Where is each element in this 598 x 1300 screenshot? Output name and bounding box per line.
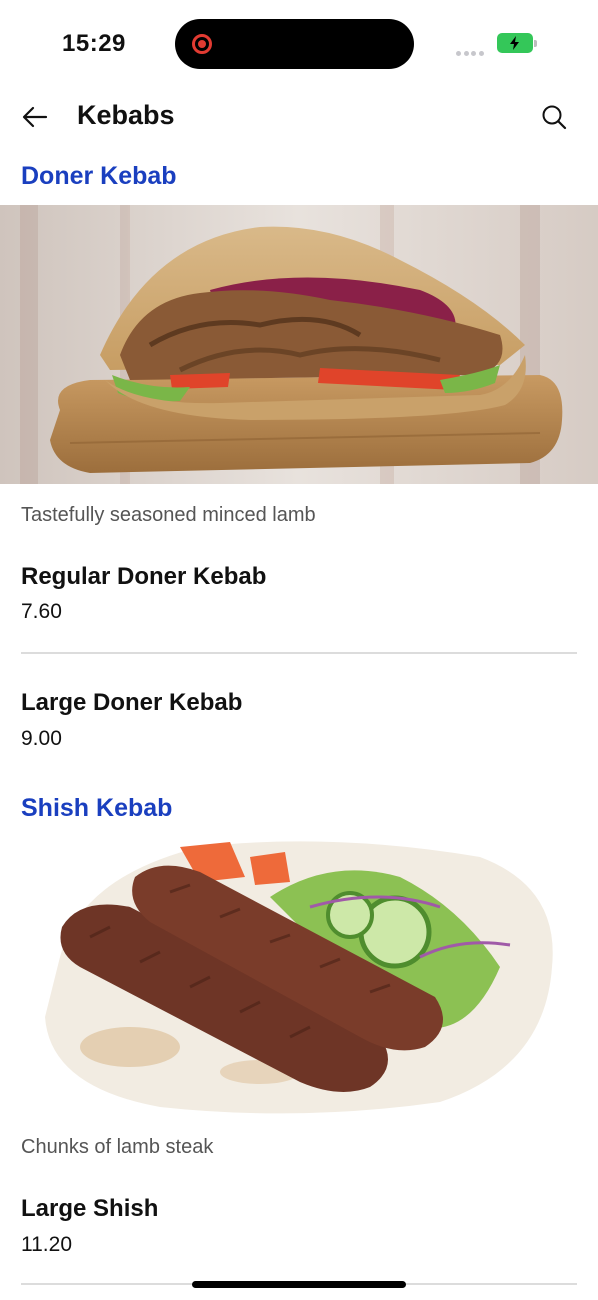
divider bbox=[21, 652, 577, 654]
section-title-doner: Doner Kebab bbox=[21, 162, 177, 190]
page-title: Kebabs bbox=[77, 100, 175, 130]
home-indicator[interactable] bbox=[192, 1281, 406, 1288]
record-icon bbox=[192, 34, 212, 54]
item-price: 9.00 bbox=[21, 727, 62, 750]
shish-kebab-image bbox=[0, 837, 598, 1116]
battery-charging-icon bbox=[497, 33, 537, 53]
dynamic-island bbox=[175, 19, 414, 69]
item-name: Large Shish bbox=[21, 1195, 159, 1222]
section-description-shish: Chunks of lamb steak bbox=[21, 1136, 214, 1158]
item-name: Large Doner Kebab bbox=[21, 689, 243, 716]
item-price: 11.20 bbox=[21, 1233, 72, 1256]
back-button[interactable] bbox=[20, 102, 50, 132]
arrow-left-icon bbox=[22, 106, 48, 128]
item-price: 7.60 bbox=[21, 600, 62, 623]
search-icon bbox=[542, 105, 567, 130]
signal-icon bbox=[456, 43, 488, 56]
search-button[interactable] bbox=[540, 103, 568, 131]
status-bar: 15:29 bbox=[0, 0, 598, 88]
item-name: Regular Doner Kebab bbox=[21, 563, 267, 590]
section-description-doner: Tastefully seasoned minced lamb bbox=[21, 504, 316, 526]
status-time: 15:29 bbox=[62, 30, 126, 57]
top-app-bar: Kebabs bbox=[0, 88, 598, 150]
doner-kebab-image bbox=[0, 205, 598, 484]
section-title-shish: Shish Kebab bbox=[21, 794, 173, 822]
